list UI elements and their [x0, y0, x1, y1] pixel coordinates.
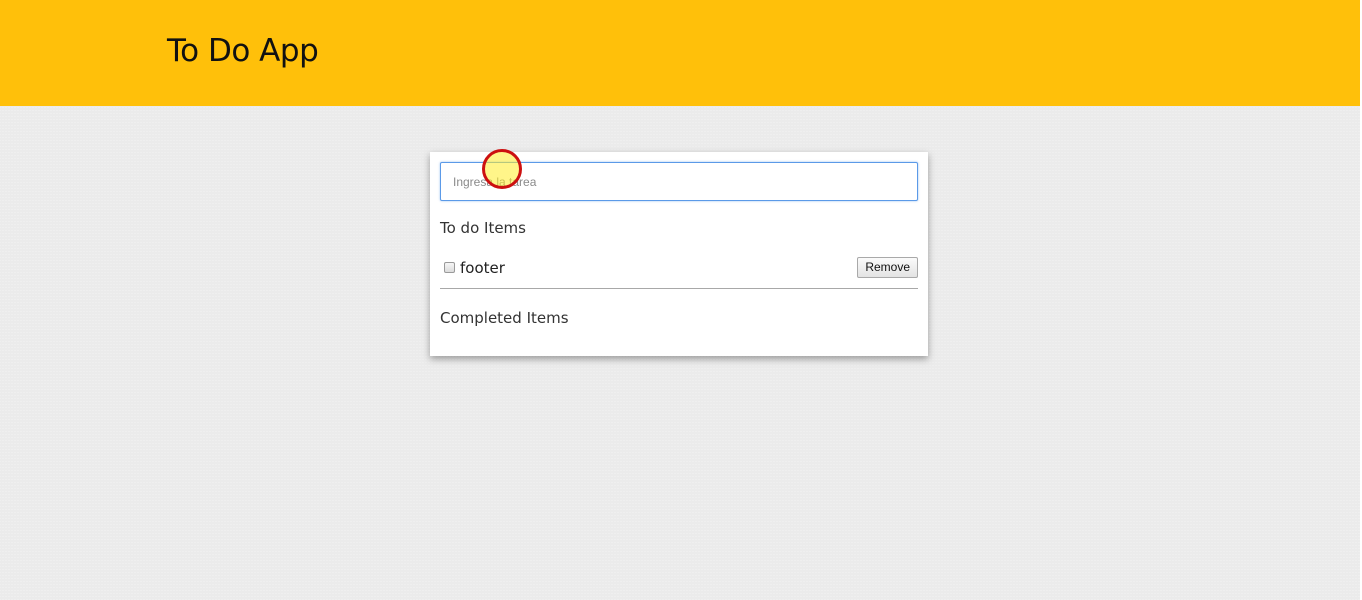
todo-card: To do Items footer Remove Completed Item… — [430, 152, 928, 356]
completed-items-heading: Completed Items — [440, 309, 569, 327]
task-input[interactable] — [440, 162, 918, 201]
section-divider — [440, 288, 918, 289]
todo-item-label: footer — [460, 259, 505, 277]
app-title: To Do App — [167, 33, 319, 69]
remove-button[interactable]: Remove — [857, 257, 918, 278]
todo-list-item: footer Remove — [440, 256, 918, 280]
todo-item-checkbox[interactable] — [444, 262, 455, 273]
todo-items-heading: To do Items — [440, 219, 526, 237]
app-header: To Do App — [0, 0, 1360, 106]
page: To Do App To do Items footer Remove Comp… — [0, 0, 1362, 600]
